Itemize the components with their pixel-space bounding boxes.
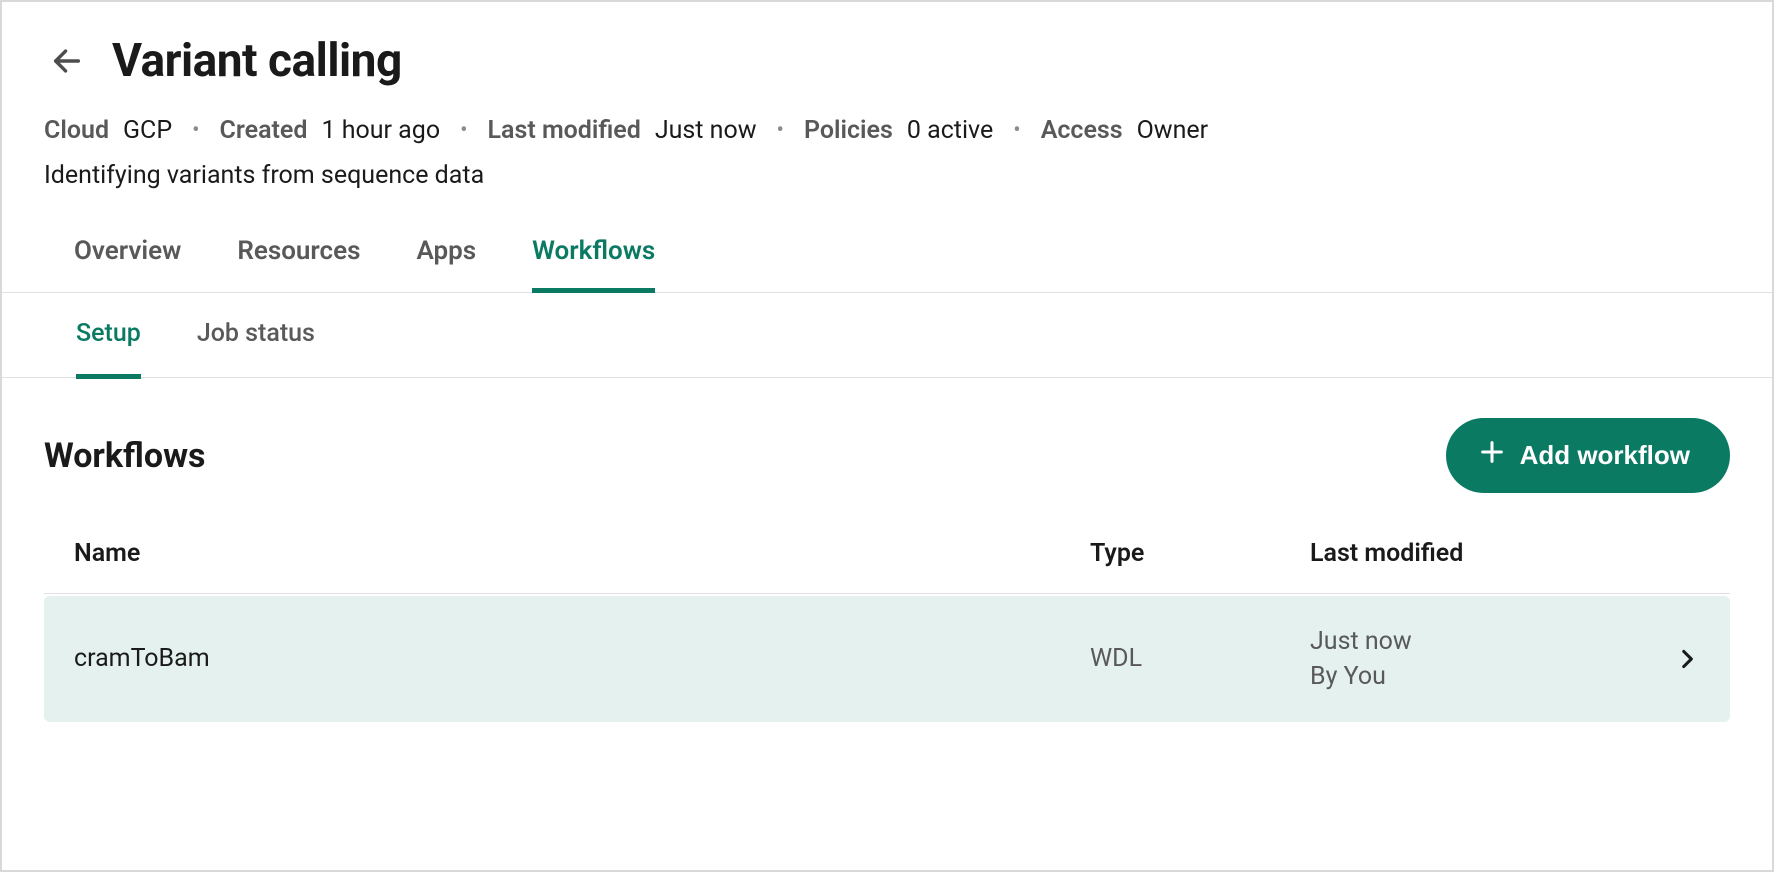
tab-overview[interactable]: Overview <box>74 216 181 293</box>
tab-resources[interactable]: Resources <box>237 216 360 293</box>
workflow-name: cramToBam <box>74 644 1090 673</box>
secondary-tabs: Setup Job status <box>2 293 1772 379</box>
page-title: Variant calling <box>112 34 402 88</box>
meta-lastmod-label: Last modified <box>488 116 641 145</box>
table-row[interactable]: cramToBam WDL Just now By You <box>44 596 1730 722</box>
meta-policies-value: 0 active <box>907 116 993 145</box>
tab-workflows[interactable]: Workflows <box>532 216 655 293</box>
section-head: Workflows Add workflow <box>44 418 1730 493</box>
section-title: Workflows <box>44 436 206 476</box>
meta-separator: • <box>186 118 205 143</box>
workflow-last-modified: Just now By You <box>1310 624 1620 694</box>
header-row: Variant calling <box>2 2 1772 98</box>
meta-access-label: Access <box>1041 116 1123 145</box>
tab-apps[interactable]: Apps <box>416 216 476 293</box>
meta-cloud-value: GCP <box>123 116 172 145</box>
meta-created-value: 1 hour ago <box>321 116 440 145</box>
workflow-last-modified-time: Just now <box>1310 624 1620 659</box>
meta-row: Cloud GCP • Created 1 hour ago • Last mo… <box>2 98 1772 151</box>
meta-separator: • <box>454 118 473 143</box>
workspace-description: Identifying variants from sequence data <box>2 151 1772 216</box>
meta-separator: • <box>1007 118 1026 143</box>
table-header-row: Name Type Last modified <box>44 537 1730 594</box>
col-header-type: Type <box>1090 539 1310 568</box>
workflows-table: Name Type Last modified cramToBam WDL Ju… <box>44 537 1730 722</box>
workflows-section: Workflows Add workflow Name Type Last mo… <box>2 378 1772 722</box>
page-frame: Variant calling Cloud GCP • Created 1 ho… <box>2 2 1772 722</box>
back-arrow-icon[interactable] <box>50 44 84 78</box>
meta-policies-label: Policies <box>804 116 893 145</box>
col-header-name: Name <box>74 539 1090 568</box>
subtab-job-status[interactable]: Job status <box>197 293 315 379</box>
workflow-type: WDL <box>1090 644 1310 673</box>
workflow-last-modified-by: By You <box>1310 659 1620 694</box>
meta-separator: • <box>771 118 790 143</box>
meta-created-label: Created <box>220 116 308 145</box>
chevron-right-icon <box>1620 646 1700 672</box>
meta-lastmod-value: Just now <box>655 116 757 145</box>
subtab-setup[interactable]: Setup <box>76 293 141 379</box>
add-workflow-label: Add workflow <box>1520 440 1690 471</box>
meta-cloud-label: Cloud <box>44 116 109 145</box>
plus-icon <box>1478 438 1506 473</box>
col-header-last-modified: Last modified <box>1310 537 1620 571</box>
primary-tabs: Overview Resources Apps Workflows <box>2 216 1772 293</box>
meta-access-value: Owner <box>1137 116 1209 145</box>
add-workflow-button[interactable]: Add workflow <box>1446 418 1730 493</box>
